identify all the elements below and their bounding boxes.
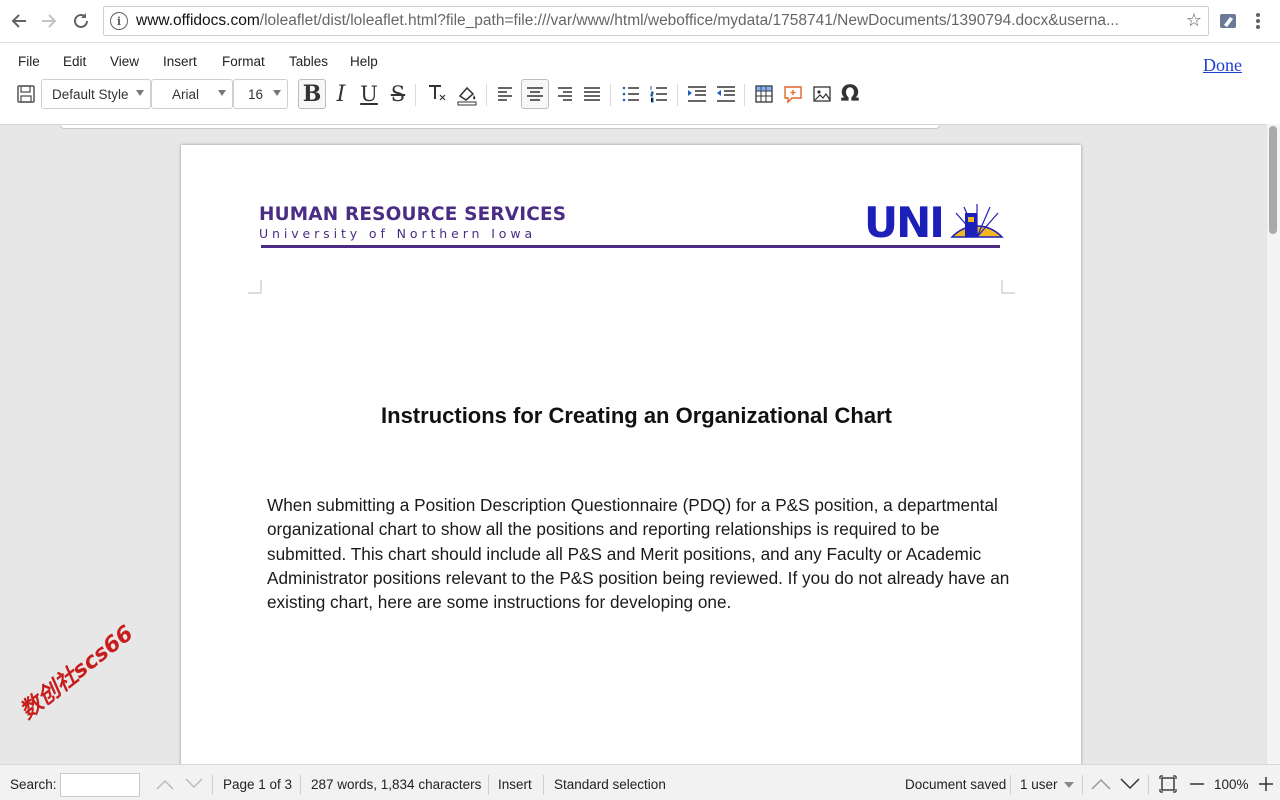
reload-icon[interactable] — [66, 6, 96, 36]
zoom-level[interactable]: 100% — [1214, 777, 1249, 792]
chevron-down-icon — [218, 90, 226, 96]
document-heading[interactable]: Instructions for Creating an Organizatio… — [181, 403, 1092, 429]
header-rule — [261, 245, 1000, 248]
status-separator — [300, 775, 301, 795]
toolbar-separator — [610, 84, 611, 106]
paragraph-style-value: Default Style — [52, 86, 129, 102]
ruler[interactable] — [60, 125, 940, 129]
insert-image-icon[interactable] — [808, 79, 836, 109]
status-bar: Search: Page 1 of 3 287 words, 1,834 cha… — [0, 764, 1280, 800]
toolbar-separator — [677, 84, 678, 106]
vertical-scrollbar[interactable] — [1266, 124, 1280, 764]
logo-text: UNI — [864, 199, 943, 241]
browser-toolbar: i www.offidocs.com /loleaflet/dist/lolea… — [0, 0, 1280, 42]
align-left-icon[interactable] — [492, 79, 520, 109]
crop-mark-left — [248, 280, 262, 294]
increase-indent-icon[interactable] — [683, 79, 711, 109]
underline-icon[interactable]: U — [355, 79, 383, 109]
formatting-toolbar: Default Style Arial 16 B I U S Ω — [0, 75, 1280, 115]
page-info: Page 1 of 3 — [223, 777, 293, 792]
status-separator — [1010, 775, 1011, 795]
paragraph-style-select[interactable]: Default Style — [41, 79, 151, 109]
users-count[interactable]: 1 user — [1020, 777, 1058, 792]
align-right-icon[interactable] — [550, 79, 578, 109]
fit-page-icon[interactable] — [1157, 774, 1179, 794]
chevron-down-icon — [273, 90, 281, 96]
font-size-value: 16 — [248, 86, 264, 102]
done-link[interactable]: Done — [1203, 55, 1242, 76]
justify-icon[interactable] — [578, 79, 606, 109]
search-label: Search: — [10, 777, 57, 792]
crop-mark-right — [1001, 280, 1015, 294]
save-icon[interactable] — [12, 79, 40, 109]
status-separator — [1082, 775, 1083, 795]
status-separator — [1148, 775, 1149, 795]
address-bar[interactable]: i www.offidocs.com /loleaflet/dist/lolea… — [103, 6, 1209, 36]
back-arrow-icon[interactable] — [4, 6, 34, 36]
special-character-icon[interactable]: Ω — [836, 79, 864, 109]
menu-help[interactable]: Help — [350, 54, 378, 69]
document-paragraph[interactable]: When submitting a Position Description Q… — [267, 493, 1017, 614]
browser-menu-icon[interactable] — [1250, 10, 1266, 32]
font-size-select[interactable]: 16 — [233, 79, 288, 109]
word-count: 287 words, 1,834 characters — [311, 777, 482, 792]
menu-format[interactable]: Format — [222, 54, 265, 69]
menu-edit[interactable]: Edit — [63, 54, 86, 69]
insert-table-icon[interactable] — [750, 79, 778, 109]
zoom-out-icon[interactable] — [1186, 774, 1208, 794]
align-center-icon[interactable] — [521, 79, 549, 109]
bullet-list-icon[interactable] — [617, 79, 645, 109]
bold-icon[interactable]: B — [298, 79, 326, 109]
italic-icon[interactable]: I — [327, 79, 355, 109]
document-canvas[interactable]: HUMAN RESOURCE SERVICES University of No… — [0, 124, 1266, 764]
chevron-down-icon — [136, 90, 144, 96]
extension-icon[interactable] — [1219, 11, 1239, 31]
menu-insert[interactable]: Insert — [163, 54, 197, 69]
save-state: Document saved — [905, 777, 1007, 792]
status-separator — [488, 775, 489, 795]
users-dropdown-icon[interactable] — [1064, 782, 1074, 788]
search-prev-icon[interactable] — [154, 774, 176, 794]
toolbar-separator — [415, 84, 416, 106]
font-name-select[interactable]: Arial — [151, 79, 233, 109]
decrease-indent-icon[interactable] — [712, 79, 740, 109]
numbered-list-icon[interactable] — [645, 79, 673, 109]
status-separator — [212, 775, 213, 795]
menu-tables[interactable]: Tables — [289, 54, 328, 69]
header-org-name: HUMAN RESOURCE SERVICES — [259, 203, 567, 225]
strikethrough-icon[interactable]: S — [384, 79, 412, 109]
zoom-in-icon[interactable] — [1255, 774, 1277, 794]
site-info-icon[interactable]: i — [110, 12, 128, 30]
url-path: /loleaflet/dist/loleaflet.html?file_path… — [259, 12, 1119, 29]
status-separator — [543, 775, 544, 795]
toolbar-separator — [744, 84, 745, 106]
uni-logo: UNI — [864, 198, 1004, 247]
search-input[interactable] — [60, 773, 140, 797]
document-page[interactable]: HUMAN RESOURCE SERVICES University of No… — [181, 145, 1081, 764]
menu-view[interactable]: View — [110, 54, 139, 69]
bookmark-star-icon[interactable]: ☆ — [1186, 10, 1202, 31]
search-next-icon[interactable] — [183, 774, 205, 794]
insert-mode[interactable]: Insert — [498, 777, 532, 792]
font-color-icon[interactable] — [423, 79, 451, 109]
selection-mode[interactable]: Standard selection — [554, 777, 666, 792]
forward-arrow-icon[interactable] — [34, 6, 64, 36]
highlight-color-icon[interactable] — [453, 79, 481, 109]
header-university-name: University of Northern Iowa — [259, 226, 537, 241]
scrollbar-thumb[interactable] — [1269, 126, 1277, 234]
url-domain: www.offidocs.com — [136, 12, 260, 29]
font-name-value: Arial — [172, 86, 200, 102]
next-page-icon[interactable] — [1119, 774, 1141, 794]
menu-file[interactable]: File — [18, 54, 40, 69]
toolbar-separator — [486, 84, 487, 106]
insert-comment-icon[interactable] — [779, 79, 807, 109]
prev-page-icon[interactable] — [1090, 774, 1112, 794]
